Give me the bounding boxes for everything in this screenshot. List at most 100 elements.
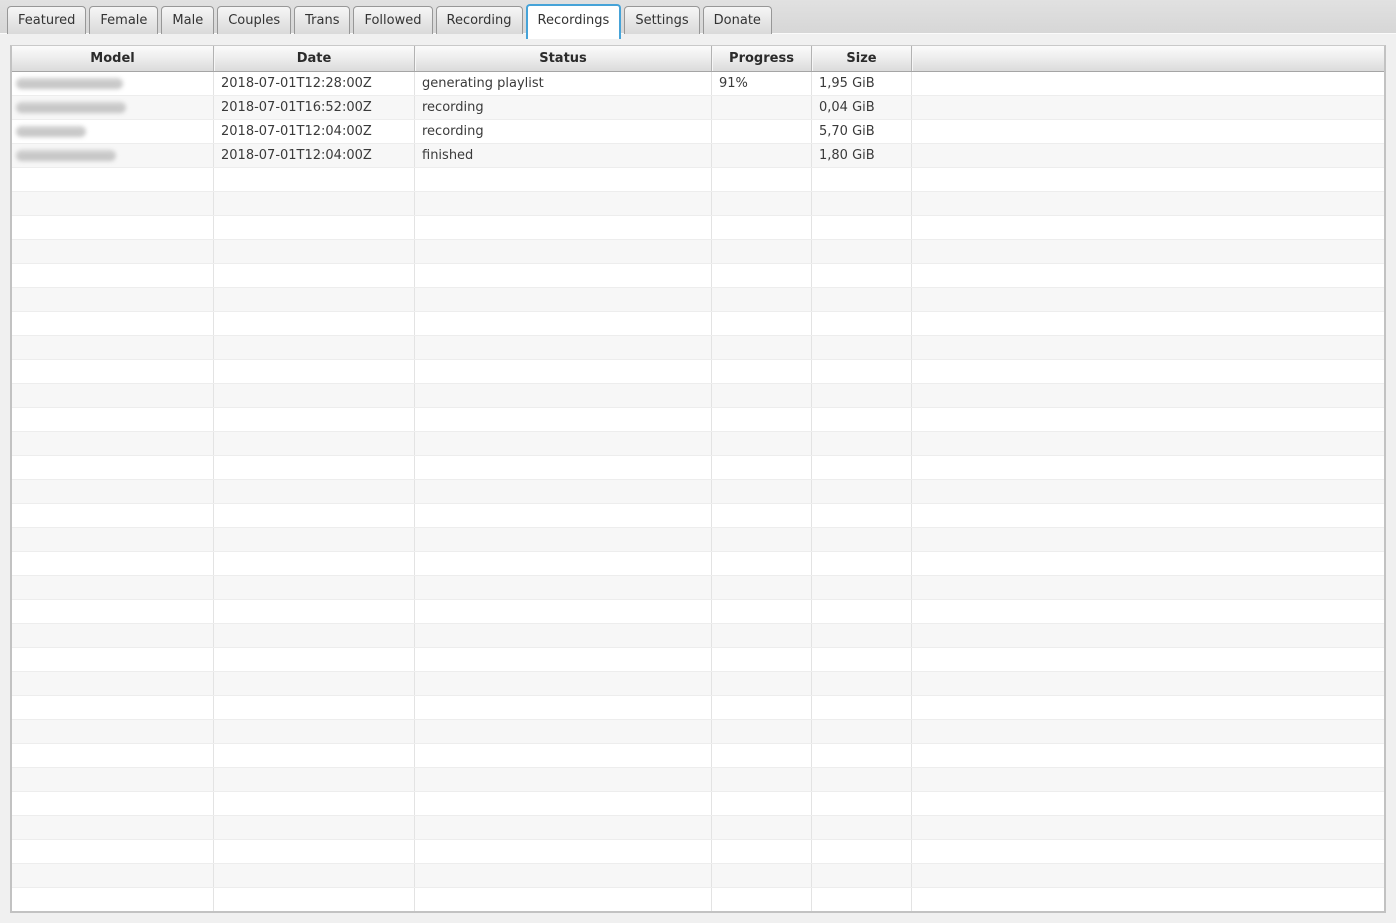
cell-model — [12, 456, 214, 479]
cell-model — [12, 120, 214, 143]
cell-model — [12, 144, 214, 167]
table-row-empty — [12, 528, 1384, 552]
cell-date — [214, 720, 415, 743]
cell-model — [12, 384, 214, 407]
column-header-spacer[interactable] — [912, 46, 1384, 71]
table-row[interactable]: 2018-07-01T12:28:00Zgenerating playlist9… — [12, 72, 1384, 96]
cell-model — [12, 360, 214, 383]
cell-spacer — [912, 528, 1384, 551]
cell-progress — [712, 168, 812, 191]
cell-model — [12, 192, 214, 215]
cell-status — [415, 480, 712, 503]
cell-progress — [712, 264, 812, 287]
table-row-empty — [12, 552, 1384, 576]
cell-size — [812, 216, 912, 239]
cell-progress — [712, 840, 812, 863]
table-row-empty — [12, 456, 1384, 480]
cell-progress — [712, 600, 812, 623]
tab-label: Recordings — [538, 13, 610, 28]
table-row-empty — [12, 384, 1384, 408]
cell-status — [415, 216, 712, 239]
cell-date: 2018-07-01T12:04:00Z — [214, 144, 415, 167]
cell-progress — [712, 576, 812, 599]
cell-size: 1,80 GiB — [812, 144, 912, 167]
cell-date — [214, 288, 415, 311]
table-row-empty — [12, 432, 1384, 456]
cell-progress — [712, 552, 812, 575]
cell-spacer — [912, 480, 1384, 503]
cell-size: 1,95 GiB — [812, 72, 912, 95]
cell-status — [415, 432, 712, 455]
tab-recording[interactable]: Recording — [436, 6, 523, 34]
tab-donate[interactable]: Donate — [703, 6, 772, 34]
cell-model — [12, 480, 214, 503]
cell-size — [812, 648, 912, 671]
tab-male[interactable]: Male — [161, 6, 214, 34]
table-row-empty — [12, 600, 1384, 624]
column-header-date[interactable]: Date — [214, 46, 415, 71]
cell-progress — [712, 624, 812, 647]
column-header-model[interactable]: Model — [12, 46, 214, 71]
cell-spacer — [912, 144, 1384, 167]
cell-size — [812, 840, 912, 863]
cell-date — [214, 336, 415, 359]
tab-settings[interactable]: Settings — [624, 6, 699, 34]
cell-status — [415, 624, 712, 647]
tab-female[interactable]: Female — [89, 6, 158, 34]
table-row-empty — [12, 504, 1384, 528]
tab-featured[interactable]: Featured — [7, 6, 86, 34]
table-row-empty — [12, 672, 1384, 696]
cell-date — [214, 504, 415, 527]
app-window: FeaturedFemaleMaleCouples Trans Followed Re… — [0, 0, 1396, 913]
column-header-status[interactable]: Status — [415, 46, 712, 71]
tab-couples[interactable]: Couples — [217, 6, 291, 34]
table-row-empty — [12, 408, 1384, 432]
table-row[interactable]: 2018-07-01T12:04:00Zrecording5,70 GiB — [12, 120, 1384, 144]
cell-progress — [712, 504, 812, 527]
table-row-empty — [12, 696, 1384, 720]
tab-label: Followed — [364, 13, 421, 28]
table-row[interactable]: 2018-07-01T16:52:00Zrecording0,04 GiB — [12, 96, 1384, 120]
table-row-empty — [12, 312, 1384, 336]
column-header-progress[interactable]: Progress — [712, 46, 812, 71]
cell-model — [12, 240, 214, 263]
cell-progress — [712, 528, 812, 551]
cell-model — [12, 864, 214, 887]
cell-progress — [712, 408, 812, 431]
cell-date — [214, 888, 415, 911]
cell-status — [415, 576, 712, 599]
cell-status — [415, 888, 712, 911]
table-row[interactable]: 2018-07-01T12:04:00Zfinished1,80 GiB — [12, 144, 1384, 168]
cell-spacer — [912, 72, 1384, 95]
cell-progress — [712, 288, 812, 311]
cell-size — [812, 768, 912, 791]
cell-size — [812, 336, 912, 359]
tab-label: Settings — [635, 13, 688, 28]
tab-bar: FeaturedFemaleMaleCouples Trans Followed Re… — [0, 0, 1396, 34]
table-row-empty — [12, 336, 1384, 360]
table-row-empty — [12, 864, 1384, 888]
cell-size — [812, 600, 912, 623]
cell-spacer — [912, 192, 1384, 215]
cell-progress — [712, 216, 812, 239]
cell-model — [12, 888, 214, 911]
tab-recordings[interactable]: Recordings — [526, 4, 622, 39]
tab-trans[interactable]: Trans — [294, 6, 350, 34]
cell-size — [812, 792, 912, 815]
cell-date — [214, 264, 415, 287]
table-row-empty — [12, 624, 1384, 648]
table-row-empty — [12, 576, 1384, 600]
cell-status — [415, 312, 712, 335]
tab-label: Trans — [305, 13, 339, 28]
cell-date — [214, 240, 415, 263]
cell-model — [12, 648, 214, 671]
cell-status: recording — [415, 96, 712, 119]
cell-model — [12, 216, 214, 239]
tab-followed[interactable]: Followed — [353, 6, 432, 34]
cell-size — [812, 360, 912, 383]
column-header-size[interactable]: Size — [812, 46, 912, 71]
cell-date: 2018-07-01T12:28:00Z — [214, 72, 415, 95]
table-row-empty — [12, 648, 1384, 672]
cell-progress — [712, 672, 812, 695]
cell-model — [12, 504, 214, 527]
